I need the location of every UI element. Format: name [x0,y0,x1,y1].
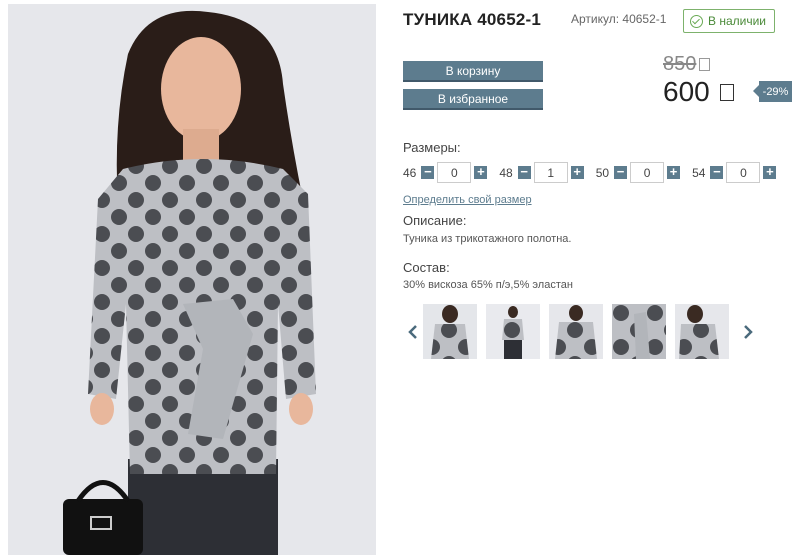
size-group-54: 54 − + [692,162,777,183]
currency-icon [699,58,711,71]
current-price: 600 [663,76,734,108]
quantity-input[interactable] [533,162,568,183]
add-to-cart-button[interactable]: В корзину [403,61,543,82]
size-value: 48 [499,165,513,180]
size-value: 50 [595,165,610,180]
check-circle-icon [690,14,703,28]
increase-button[interactable]: + [667,165,681,179]
size-selector: 46 − + 48 − + 50 − + 54 − + [403,162,788,183]
chevron-right-icon[interactable] [738,322,758,342]
increase-button[interactable]: + [570,165,584,179]
thumbnail-carousel [403,303,758,360]
description-label: Описание: [403,213,467,228]
quantity-input[interactable] [726,162,761,183]
thumbnail-image[interactable] [549,304,603,359]
discount-badge: -29% [753,81,792,102]
decrease-button[interactable]: − [517,165,531,179]
size-value: 54 [692,165,706,180]
thumbnail-image[interactable] [612,304,666,359]
product-sku: Артикул: 40652-1 [571,12,667,26]
size-group-50: 50 − + [595,162,681,183]
decrease-button[interactable]: − [710,165,724,179]
add-to-favorites-button[interactable]: В избранное [403,89,543,110]
thumbnail-image[interactable] [675,304,729,359]
quantity-input[interactable] [630,162,665,183]
stock-label: В наличии [708,14,767,28]
stock-badge: В наличии [683,9,776,33]
size-group-46: 46 − + [403,162,488,183]
old-price: 850 [663,53,711,76]
size-value: 46 [403,165,417,180]
decrease-button[interactable]: − [421,165,435,179]
increase-button[interactable]: + [474,165,488,179]
decrease-button[interactable]: − [614,165,628,179]
product-title: ТУНИКА 40652-1 [403,10,542,29]
current-price-value: 600 [663,76,710,107]
thumbnail-image[interactable] [486,304,540,359]
thumbnail-image[interactable] [423,304,477,359]
size-group-48: 48 − + [499,162,584,183]
composition-label: Состав: [403,260,450,275]
size-guide-link[interactable]: Определить свой размер [403,194,532,206]
composition-text: 30% вискоза 65% п/э,5% эластан [403,279,573,291]
sizes-label: Размеры: [403,140,461,155]
increase-button[interactable]: + [763,165,777,179]
product-main-image[interactable] [8,4,376,555]
quantity-input[interactable] [437,162,472,183]
description-text: Туника из трикотажного полотна. [403,233,572,245]
chevron-left-icon[interactable] [403,322,423,342]
currency-icon [719,83,734,101]
old-price-value: 850 [663,53,697,75]
